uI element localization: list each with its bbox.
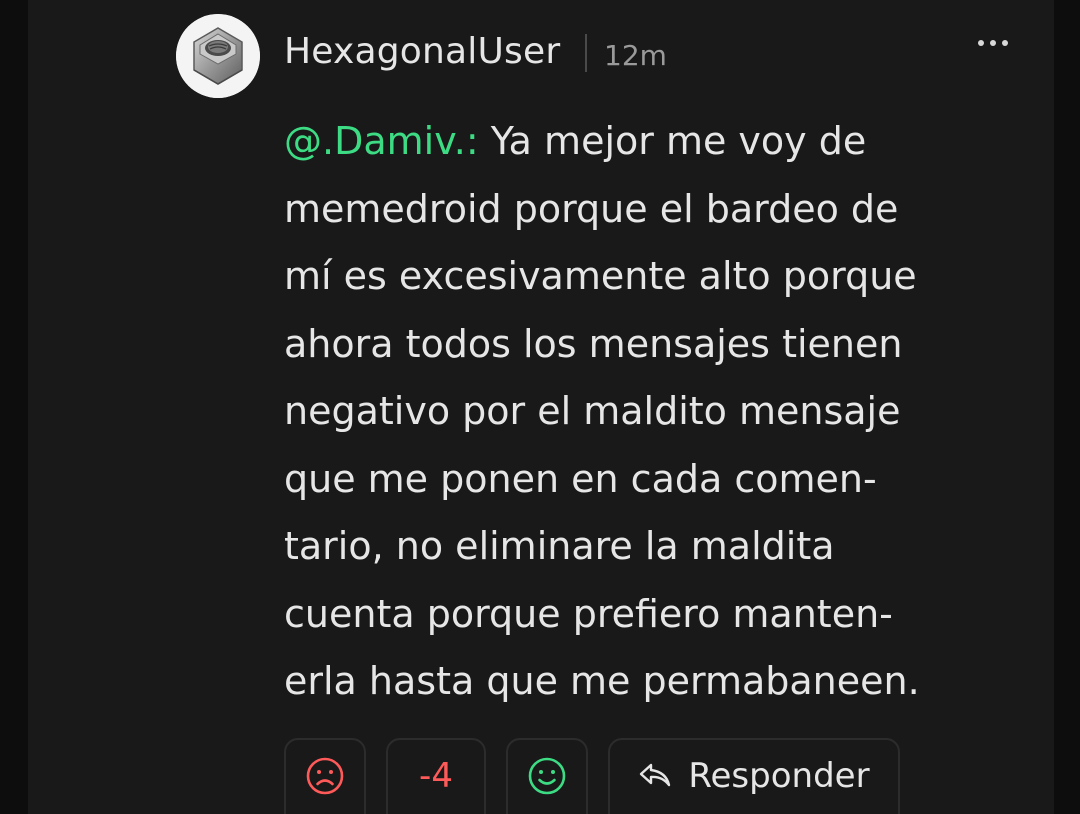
comment-line: negativo por el maldito mensaje [284, 389, 901, 433]
comment-line: memedroid porque el bardeo de [284, 186, 899, 231]
comment-line: mí es excesivamente alto porque [284, 254, 917, 298]
hex-nut-icon [176, 14, 260, 98]
comment-line: cuenta porque prefiero manten- [284, 591, 893, 636]
dot [978, 40, 984, 46]
reply-label: Responder [688, 756, 870, 796]
dot [990, 40, 996, 46]
avatar[interactable] [176, 14, 260, 98]
happy-face-icon [528, 757, 566, 795]
reply-button[interactable]: Responder [608, 738, 900, 814]
page: HexagonalUser 12m @.Damiv.: Ya mejor me … [0, 0, 1080, 814]
score-badge: -4 [386, 738, 486, 814]
timestamp: 12m [604, 39, 667, 72]
dot [1002, 40, 1008, 46]
comment-line: tario, no eliminare la maldita [284, 524, 835, 568]
mention-link[interactable]: @.Damiv.: [284, 119, 479, 163]
author-name[interactable]: HexagonalUser [284, 30, 560, 74]
comment-line-1: @.Damiv.: Ya mejor me voy de [284, 108, 1024, 176]
sad-face-icon [306, 757, 344, 795]
comment-line: erla hasta que me permabaneen. [284, 659, 920, 703]
downvote-button[interactable] [284, 738, 366, 814]
reply-arrow-icon [640, 763, 671, 787]
comment-line: que me ponen en cada comen- [284, 456, 877, 501]
score-value: -4 [419, 756, 453, 796]
upvote-button[interactable] [506, 738, 588, 814]
more-options-icon[interactable] [968, 26, 1018, 60]
header-divider [585, 34, 587, 72]
comment-body: @.Damiv.: Ya mejor me voy de memedroid p… [284, 108, 1024, 716]
comment-text: Ya mejor me voy de [478, 119, 867, 163]
comment-line: ahora todos los mensajes tienen [284, 321, 903, 366]
